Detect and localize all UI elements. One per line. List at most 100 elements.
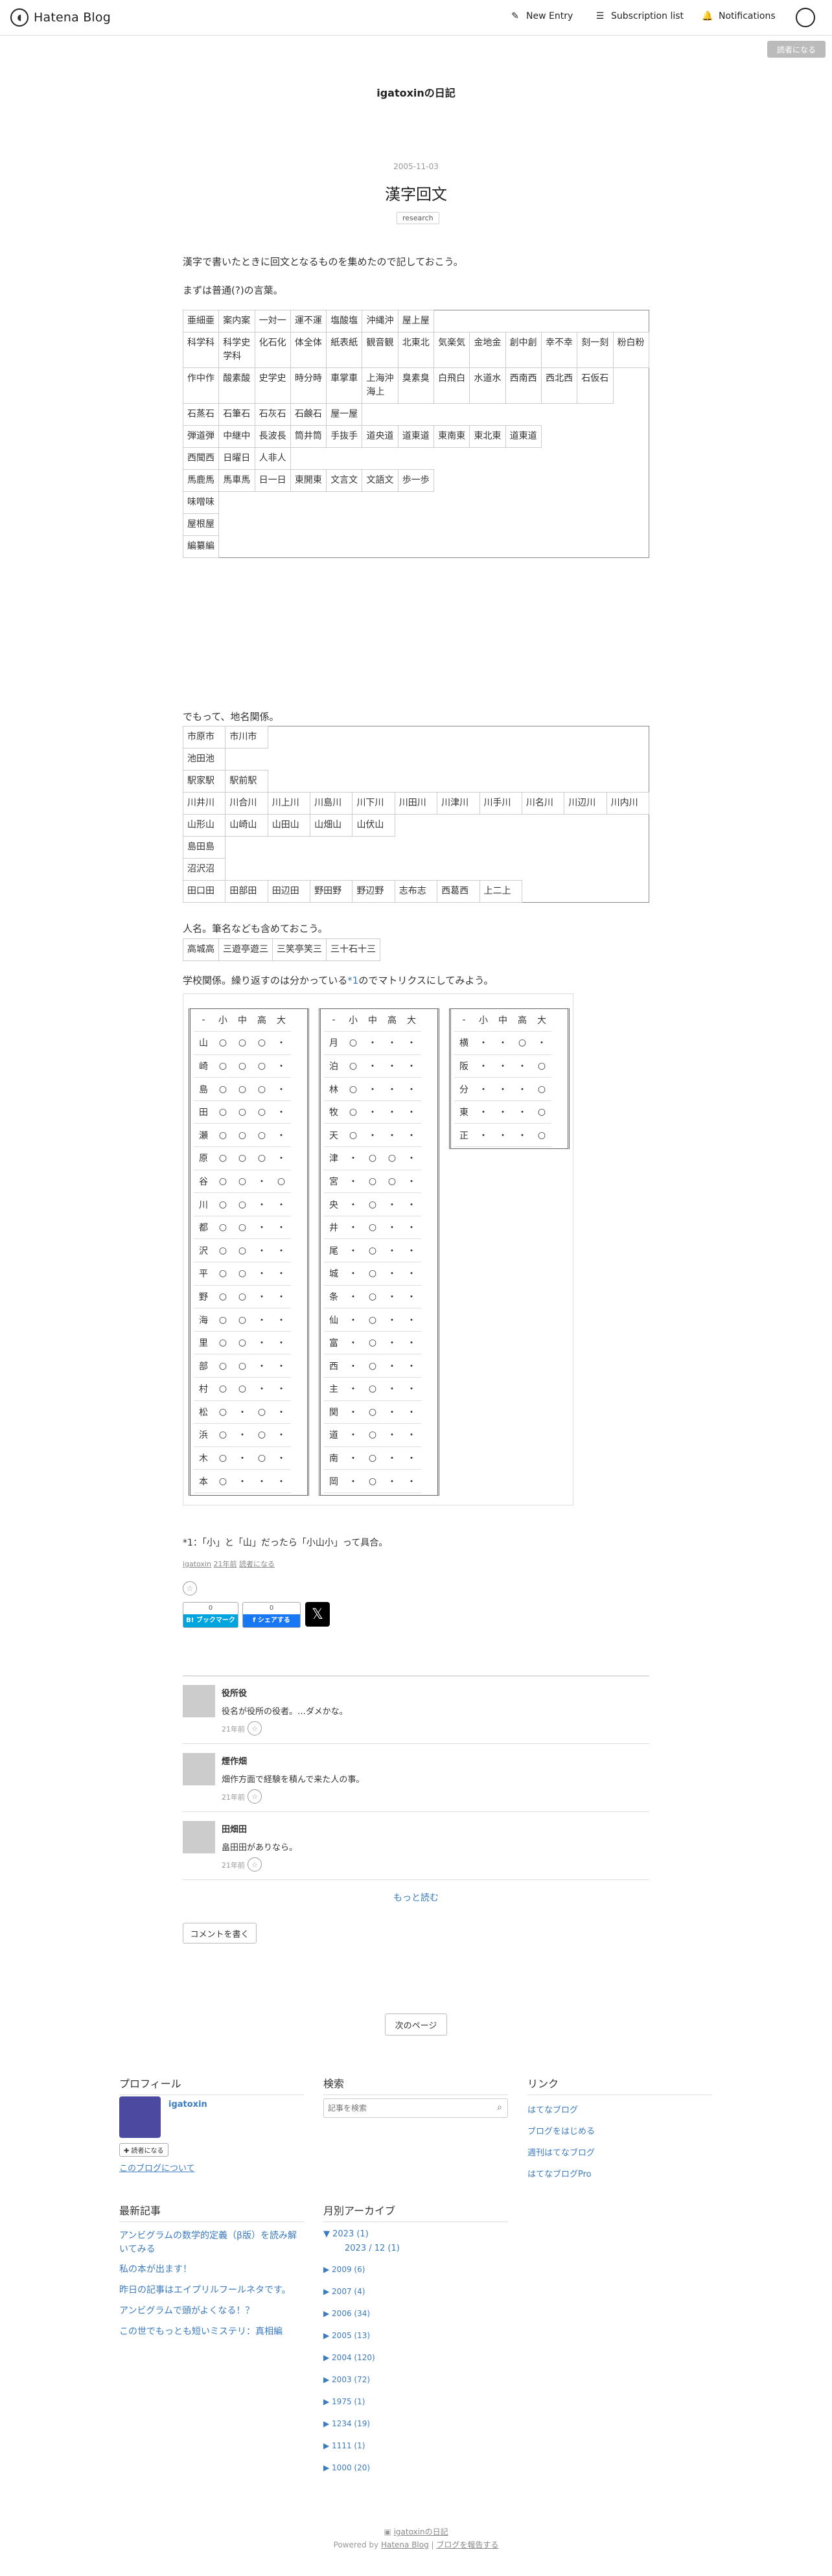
table-cell: 三笑亭笑三 <box>272 938 327 961</box>
user-menu-icon[interactable] <box>796 8 815 27</box>
matrix-cell: ・ <box>252 1262 272 1286</box>
matrix-cell: 宮 <box>324 1170 343 1194</box>
comment-item: 役所役 役名が役所の役者。…ダメかな。 21年前 ☆ <box>183 1677 649 1744</box>
table-cell: 野田野 <box>310 880 353 903</box>
x-share-icon[interactable]: 𝕏 <box>305 1602 330 1627</box>
archive-year-link[interactable]: ▶ 1234 (19) <box>323 2419 370 2428</box>
footer-blog-link[interactable]: ▣ igatoxinの日記 <box>0 2526 832 2537</box>
comment-time[interactable]: 21年前 <box>222 1860 245 1870</box>
matrix-cell: 里 <box>194 1331 213 1355</box>
matrix-cell: ○ <box>213 1192 233 1216</box>
comment-time[interactable]: 21年前 <box>222 1792 245 1802</box>
table-cell: 気楽気 <box>433 332 470 368</box>
sidebar-link[interactable]: 週刊はてなブログ <box>527 2146 595 2158</box>
powered-hatena-link[interactable]: Hatena Blog <box>381 2540 429 2549</box>
table-cell: 紙表紙 <box>326 332 363 368</box>
matrix-cell: ○ <box>252 1054 272 1078</box>
matrix-cell: ○ <box>233 1123 252 1148</box>
about-blog-link[interactable]: このブログについて <box>119 2161 195 2174</box>
matrix-header-cell: 大 <box>532 1008 551 1032</box>
new-entry-link[interactable]: ✎ New Entry <box>509 10 573 22</box>
archive-year-link[interactable]: ▶ 1111 (1) <box>323 2441 365 2450</box>
meta-subscribe[interactable]: 読者になる <box>239 1560 275 1568</box>
matrix-cell: ・ <box>343 1146 363 1170</box>
table-row: 石蒸石 石筆石 石灰石 石鹸石 屋一屋 <box>182 403 649 426</box>
archive-year-link[interactable]: ▶ 2006 (34) <box>323 2309 370 2318</box>
search-input[interactable] <box>328 2100 483 2117</box>
sidebar-link[interactable]: ブログをはじめる <box>527 2124 595 2137</box>
facebook-share-button[interactable]: 0 f シェアする <box>242 1602 301 1628</box>
archive-year-link[interactable]: ▶ 1975 (1) <box>323 2397 365 2406</box>
archive-month[interactable]: 2023 / 12 (1) <box>345 2244 400 2253</box>
recent-entry-link[interactable]: 昨日の記事はエイプリルフールネタです。 <box>119 2284 304 2297</box>
hatena-bookmark-button[interactable]: 0 B! ブックマーク <box>183 1602 238 1628</box>
subscribe-button-top[interactable]: 読者になる <box>767 41 826 58</box>
entry-title[interactable]: 漢字回文 <box>0 181 832 204</box>
notifications-link[interactable]: 🔔 Notifications <box>702 10 775 22</box>
table-cell: 中継中 <box>218 425 255 448</box>
comment-author: 田畑田 <box>222 1825 248 1835</box>
matrix-row: 山 ○ ○ ○ ・ <box>194 1031 291 1055</box>
table-cell: 時分時 <box>290 367 327 404</box>
more-comments-link[interactable]: もっと読む <box>0 1891 832 1904</box>
archive-year-link[interactable]: ▶ 2003 (72) <box>323 2375 370 2384</box>
footer-blog-name[interactable]: igatoxinの日記 <box>394 2527 448 2536</box>
section-person-names: 人名。筆名なども含めておこう。 <box>183 923 328 934</box>
category-tag[interactable]: research <box>397 212 439 224</box>
add-star-icon[interactable]: ☆ <box>183 1581 197 1595</box>
matrix-cell: ・ <box>343 1308 363 1332</box>
archive-year-link[interactable]: ▶ 2007 (4) <box>323 2287 365 2296</box>
matrix-cell: ・ <box>402 1469 421 1493</box>
next-page-button[interactable]: 次のページ <box>385 2013 447 2036</box>
recent-entry-link[interactable]: アンビグラムの数学的定義（β版）を読み解いてみる <box>119 2229 304 2257</box>
footnote-link[interactable]: *1 <box>347 975 358 986</box>
matrix-cell: ・ <box>343 1423 363 1447</box>
archive-year-link[interactable]: ▶ 2009 (6) <box>323 2265 365 2274</box>
matrix-cell: ・ <box>363 1054 382 1078</box>
matrix-cell: ・ <box>382 1285 402 1309</box>
matrix-cell: ○ <box>252 1146 272 1170</box>
table-cell: 馬車馬 <box>218 469 255 492</box>
archive-year-link[interactable]: ▶ 2004 (120) <box>323 2353 375 2362</box>
comment-star-icon[interactable]: ☆ <box>248 1721 262 1735</box>
matrix-cell: ○ <box>252 1077 272 1101</box>
meta-author[interactable]: igatoxin <box>183 1560 211 1568</box>
report-blog-link[interactable]: ブログを報告する <box>436 2540 498 2549</box>
table-row: 屋根屋 <box>182 513 649 536</box>
archive-year-link[interactable]: ▶ 2005 (13) <box>323 2331 370 2340</box>
recent-entry-link[interactable]: 私の本が出ます！ <box>119 2263 304 2277</box>
sidebar-link[interactable]: はてなブログ <box>527 2103 578 2115</box>
comment-time[interactable]: 21年前 <box>222 1724 245 1734</box>
archive-year-open[interactable]: ▼ 2023 (1) <box>323 2229 369 2239</box>
comment-star-icon[interactable]: ☆ <box>248 1789 262 1804</box>
comment-star-icon[interactable]: ☆ <box>248 1857 262 1872</box>
sidebar-link[interactable]: はてなブログPro <box>527 2167 592 2179</box>
matrix-cell: 松 <box>194 1400 213 1424</box>
meta-time[interactable]: 21年前 <box>214 1560 237 1568</box>
profile-name[interactable]: igatoxin <box>168 2100 207 2109</box>
archive-year-link[interactable]: ▶ 1000 (20) <box>323 2463 370 2472</box>
table-cell: 三十石十三 <box>326 938 380 961</box>
table-cell: 川津川 <box>437 792 480 815</box>
matrix-row: 都 ○ ○ ・・ <box>194 1216 291 1240</box>
write-comment-button[interactable]: コメントを書く <box>183 1923 257 1944</box>
search-box[interactable]: ⌕ <box>323 2098 508 2118</box>
profile-subscribe-button[interactable]: ✚ 読者になる <box>119 2143 168 2157</box>
matrix-cell: ○ <box>233 1170 252 1194</box>
search-icon[interactable]: ⌕ <box>497 2102 502 2113</box>
subscription-list-link[interactable]: ☰ Subscription list <box>594 10 684 22</box>
recent-entry-link[interactable]: この世でもっとも短いミステリ：真相編 <box>119 2325 304 2339</box>
blog-title[interactable]: igatoxinの日記 <box>0 84 832 100</box>
hatena-blog-logo[interactable]: ◖ Hatena Blog <box>10 8 111 27</box>
entry-meta: igatoxin 21年前 読者になる <box>183 1559 275 1569</box>
matrix-cell: 仙 <box>324 1308 343 1332</box>
table-cell: 石蒸石 <box>182 403 220 426</box>
matrix-cell: ・ <box>402 1446 421 1470</box>
matrix-cell: ・ <box>272 1192 291 1216</box>
entry-date[interactable]: 2005-11-03 <box>0 162 832 171</box>
matrix-cell: 月 <box>324 1031 343 1055</box>
recent-entry-link[interactable]: アンビグラムで頭がよくなる！？ <box>119 2304 304 2318</box>
table-cell: 水道水 <box>469 367 506 404</box>
profile-avatar[interactable] <box>119 2096 161 2138</box>
table-cell: 塩酸塩 <box>326 310 363 332</box>
